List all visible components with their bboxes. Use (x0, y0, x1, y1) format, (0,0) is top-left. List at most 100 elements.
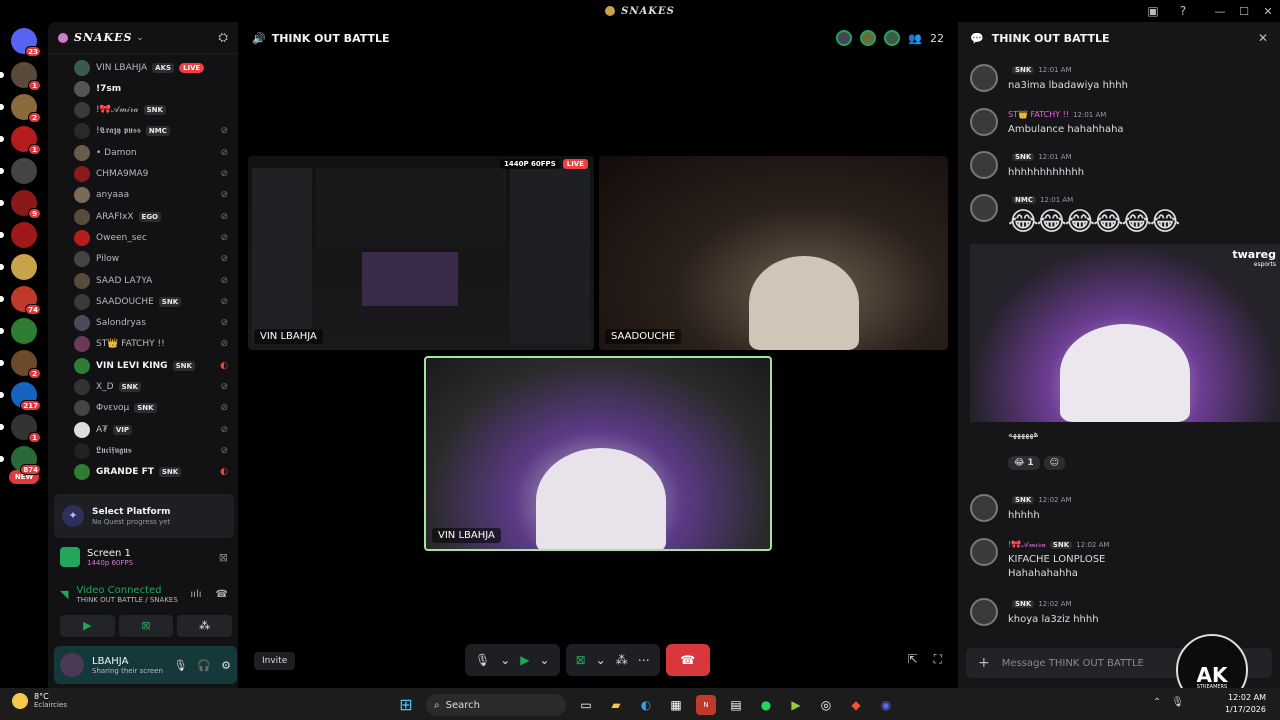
server-header[interactable]: SNAKES ⌄ ⛭ (48, 22, 238, 54)
voice-member[interactable]: Φνενομ SNK ⊘ (74, 398, 236, 419)
image-embed[interactable]: twareg esports (970, 244, 1280, 422)
voice-member[interactable]: Oween_sec ⊘ (74, 227, 236, 248)
avatar[interactable] (970, 194, 998, 222)
server-icon[interactable]: 74 (11, 286, 41, 315)
voice-member[interactable]: !𝕮𝖗𝖆𝖟𝖞 𝖕𝖚𝖘𝖘 NMC ⊘ (74, 121, 236, 142)
headphones-icon[interactable]: 🎧 (197, 659, 211, 672)
voice-member[interactable]: A₮ VIP ⊘ (74, 419, 236, 440)
voice-member[interactable]: !🎀𝒜𝓂𝒾𝓇𝒶 SNK (74, 100, 236, 121)
people-icon[interactable]: 👥 (908, 32, 922, 45)
participant-avatar[interactable] (884, 30, 901, 46)
app-icon[interactable]: ◎ (816, 695, 836, 715)
brave-icon[interactable]: ◆ (846, 695, 866, 715)
camera-button[interactable]: ▶ (60, 615, 115, 637)
chat-message[interactable]: !🎀𝒜𝓂𝒾𝓇𝒶 SNK 12:02 AM KIFACHE LONPLOSE Hahaha… (970, 538, 1270, 579)
clock[interactable]: 12:02 AM 1/17/2026 (1225, 692, 1266, 716)
store-icon[interactable]: ▦ (666, 695, 686, 715)
server-icon[interactable]: 9 (11, 190, 41, 219)
chat-message[interactable]: SNK 12:02 AM khoya la3ziz hhhh (970, 598, 1270, 638)
minimize-button[interactable]: — (1208, 5, 1232, 18)
voice-member[interactable]: CHMA9MA9 ⊘ (74, 164, 236, 185)
server-icon[interactable]: 1 (11, 126, 41, 155)
fullscreen-icon[interactable]: ⛶ (934, 652, 942, 667)
popout-icon[interactable]: ⇱ (908, 652, 918, 667)
mic-control[interactable]: 🎙 ⌄ ▶ ⌄ (465, 644, 560, 676)
participant-avatar[interactable] (860, 30, 877, 46)
server-icon[interactable] (11, 318, 37, 344)
invite-button[interactable]: Invite (254, 652, 296, 670)
close-icon[interactable]: ✕ (1258, 31, 1268, 45)
participant-avatar[interactable] (836, 30, 853, 46)
inbox-icon[interactable]: ▣ (1146, 4, 1160, 18)
avatar[interactable] (970, 598, 998, 626)
voice-member[interactable]: Salondryas ⊘ (74, 313, 236, 334)
server-icon[interactable]: 2 (11, 350, 41, 379)
windows-start-icon[interactable]: ⊞ (396, 695, 416, 715)
server-icon[interactable]: 1 (11, 62, 41, 91)
file-explorer-icon[interactable]: ▰ (606, 695, 626, 715)
taskbar-search[interactable]: ⌕ Search (426, 694, 566, 716)
video-tile[interactable]: SAADOUCHE (599, 156, 948, 350)
play-app-icon[interactable]: ▶ (786, 695, 806, 715)
close-window-button[interactable]: ✕ (1256, 5, 1280, 18)
server-icon[interactable] (11, 254, 37, 280)
chat-message[interactable]: SNK 12:02 AM hhhhh (970, 494, 1270, 534)
server-icon[interactable]: 874 (11, 446, 41, 475)
leave-call-button[interactable]: ☎ (665, 644, 710, 676)
chevron-up-icon[interactable]: ⌃ (1153, 697, 1161, 708)
video-tile-focused[interactable]: VIN LBAHJA (424, 356, 772, 551)
server-icon[interactable] (11, 222, 37, 248)
task-view-icon[interactable]: ▭ (576, 695, 596, 715)
avatar[interactable] (970, 494, 998, 522)
avatar[interactable] (60, 653, 84, 677)
microphone-icon[interactable]: 🎙 (1171, 697, 1184, 708)
voice-member[interactable]: GRANDE FT SNK ◐ (74, 462, 236, 483)
add-member-icon[interactable]: ⛭ (218, 30, 228, 45)
help-icon[interactable]: ? (1176, 4, 1190, 18)
screen-share-control[interactable]: ⊠ ⌄ ⁂ ⋯ (565, 644, 660, 676)
chat-message[interactable]: ST👑 FATCHY !! 12:01 AM Ambulance hahahhaha (970, 108, 1270, 148)
edge-icon[interactable]: ◐ (636, 695, 656, 715)
chat-message[interactable]: SNK 12:01 AM na3ima lbadawiya hhhh (970, 64, 1270, 104)
voice-member[interactable]: Pilow ⊘ (74, 249, 236, 270)
message-author[interactable]: ST👑 FATCHY !! (1008, 110, 1069, 119)
avatar[interactable] (970, 538, 998, 566)
message-author[interactable]: !🎀𝒜𝓂𝒾𝓇𝒶 (1008, 540, 1046, 550)
microphone-icon[interactable]: 🎙 (173, 659, 187, 672)
screen-share-button[interactable]: ⊠ (118, 615, 174, 637)
voice-member[interactable]: 𝕷𝖚𝖈𝖎𝖋𝖚𝖌𝖚𝖘 ⊘ (74, 440, 236, 461)
plus-icon[interactable]: + (978, 655, 990, 671)
voice-member[interactable]: ARAFIxX EGO ⊘ (74, 206, 236, 227)
add-reaction-icon[interactable]: ☺ (1043, 456, 1066, 470)
voice-member[interactable]: ST👑 FATCHY !! ⊘ (74, 334, 236, 355)
voice-member[interactable]: • Damon ⊘ (74, 142, 236, 163)
avatar[interactable] (970, 151, 998, 179)
avatar[interactable] (970, 64, 998, 92)
discord-icon[interactable]: ◉ (876, 695, 896, 715)
spotify-icon[interactable]: ● (756, 695, 776, 715)
noise-suppression-icon[interactable]: ıılı (190, 589, 201, 600)
voice-member[interactable]: SAADOUCHE SNK ⊘ (74, 291, 236, 312)
maximize-button[interactable]: ☐ (1232, 5, 1256, 18)
server-icon[interactable] (11, 158, 37, 184)
activities-button[interactable]: ⁂ (177, 615, 233, 637)
chat-message[interactable]: SNK 12:01 AM hhhhhhhhhhhh (970, 151, 1270, 191)
voice-member[interactable]: SAAD LA7YA ⊘ (74, 270, 236, 291)
voice-member[interactable]: !7sm (74, 78, 236, 99)
server-icon[interactable]: 217 (11, 382, 41, 411)
voice-member[interactable]: VIN LEVI KING SNK ◐ (74, 355, 236, 376)
settings-gear-icon[interactable]: ⚙ (221, 659, 231, 672)
weather-widget[interactable]: 8°C Eclaircies (12, 692, 67, 709)
disconnect-icon[interactable]: ☎ (216, 589, 228, 600)
home-button[interactable]: 23 (11, 28, 41, 57)
reaction-pill[interactable]: 😂 1 (1008, 456, 1040, 470)
server-icon[interactable]: 2 (11, 94, 41, 123)
voice-member[interactable]: anyaaa ⊘ (74, 185, 236, 206)
voice-member[interactable]: X_D SNK ⊘ (74, 377, 236, 398)
netflix-icon[interactable]: N (696, 695, 716, 715)
notepad-icon[interactable]: ▤ (726, 695, 746, 715)
screen-share-tile[interactable]: 1440P 60FPS LIVE VIN LBAHJA (248, 156, 594, 350)
voice-member[interactable]: VIN LBAHJA AKS LIVE (74, 57, 236, 78)
server-icon[interactable]: 1 (11, 414, 41, 443)
quest-card[interactable]: ✦ Select Platform No Quest progress yet (54, 494, 234, 538)
